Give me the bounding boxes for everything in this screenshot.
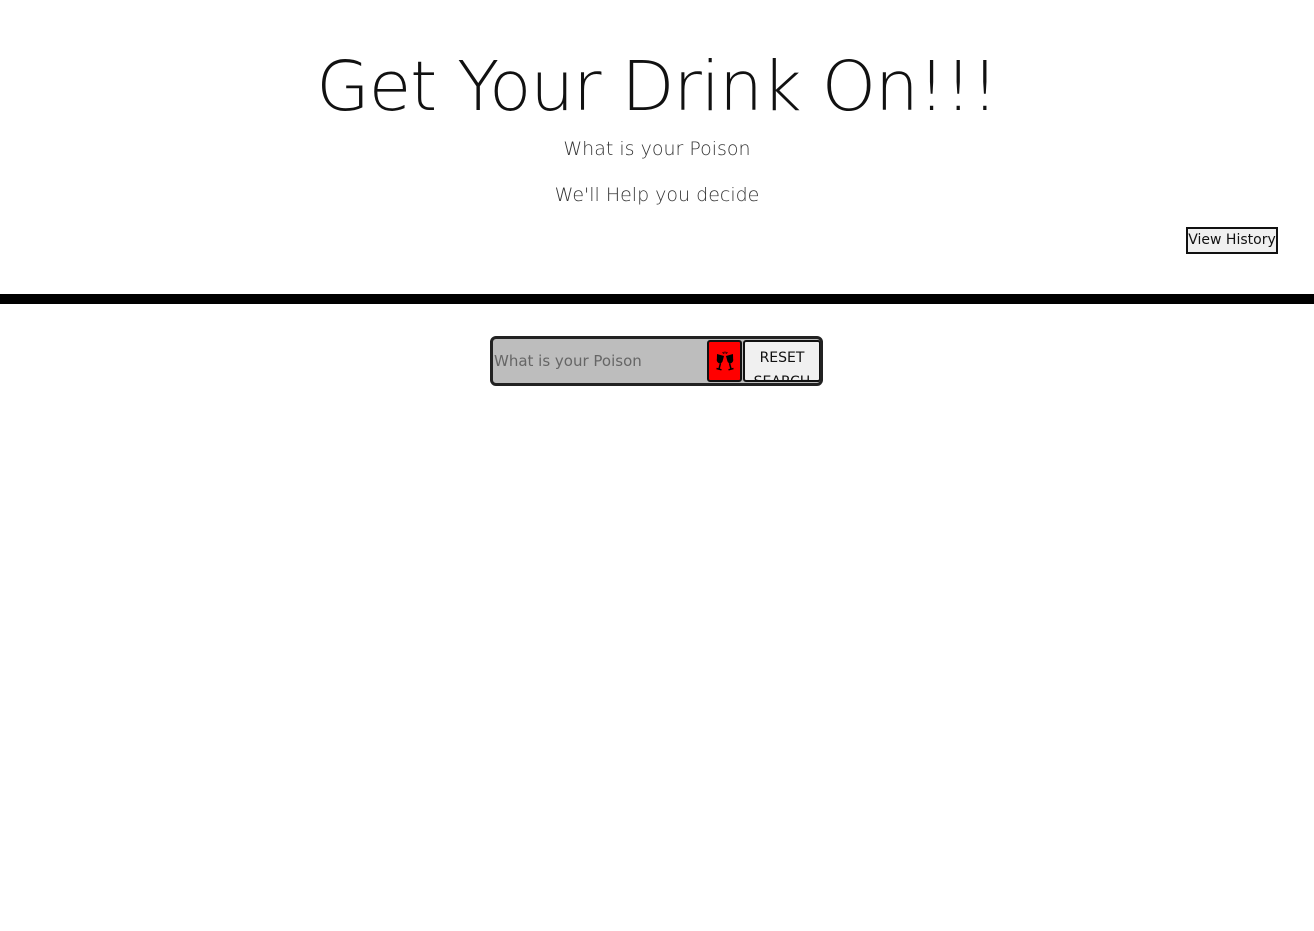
header-divider <box>0 294 1314 304</box>
view-history-button[interactable]: View History <box>1186 227 1278 254</box>
page-header: Get Your Drink On!!! What is your Poison… <box>0 0 1314 294</box>
search-button[interactable] <box>707 340 742 382</box>
search-input[interactable] <box>493 339 706 383</box>
page-subtitle: What is your Poison <box>563 138 751 160</box>
cheers-glasses-icon <box>716 351 734 371</box>
reset-search-button[interactable]: RESET SEARCH <box>743 340 820 382</box>
search-form: RESET SEARCH <box>490 336 823 386</box>
page-title: Get Your Drink On!!! <box>316 47 998 127</box>
page-tagline: We'll Help you decide <box>554 184 760 206</box>
